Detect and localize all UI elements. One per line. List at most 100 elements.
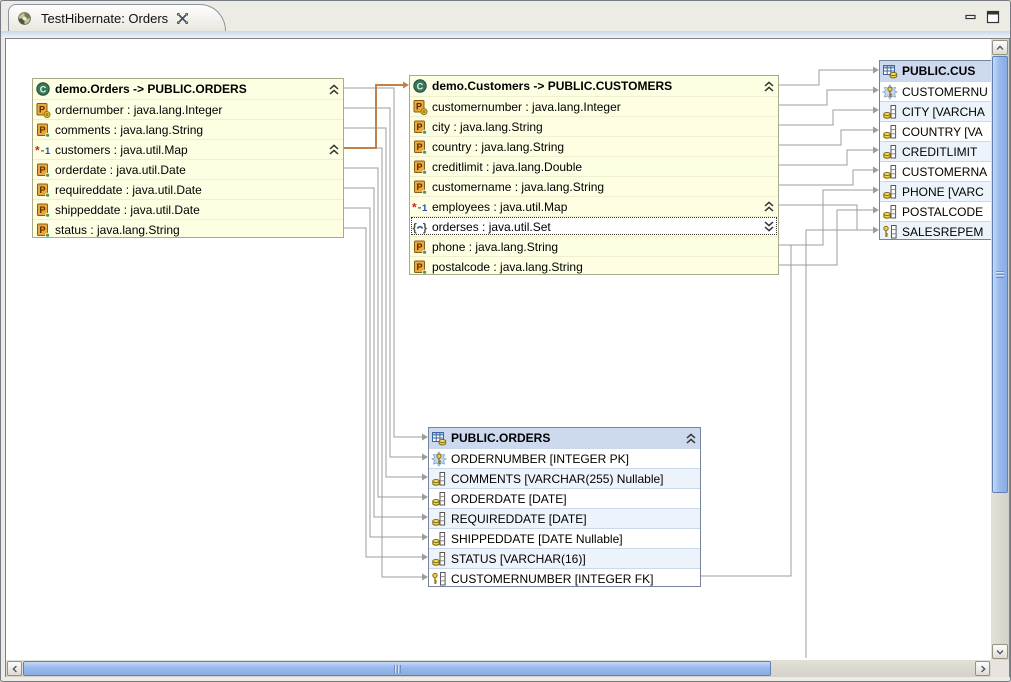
row-customers[interactable]: *1 customers : java.util.Map [33,139,343,159]
maximize-icon[interactable] [986,10,1000,24]
scroll-up-button[interactable] [992,40,1008,55]
table-title: PUBLIC.CUS [902,64,975,78]
row-ordernumber[interactable]: P ordernumber : java.lang.Integer [33,99,343,119]
scroll-right-button[interactable] [975,661,990,676]
close-icon[interactable] [176,12,189,25]
fk-column-icon [431,571,447,587]
row-orderdate-col[interactable]: ORDERDATE [DATE] [429,488,700,508]
fk-column-icon [882,224,898,240]
row-customernumber[interactable]: P customernumber : java.lang.Integer [410,96,778,116]
column-label: REQUIREDDATE [DATE] [451,512,587,526]
row-comments[interactable]: P comments : java.lang.String [33,119,343,139]
svg-text:P: P [416,122,422,132]
many-to-one-icon: *1 [412,199,428,215]
column-icon [882,104,898,120]
row-comments-col[interactable]: COMMENTS [VARCHAR(255) Nullable] [429,468,700,488]
entity-box-demo-customers[interactable]: C demo.Customers -> PUBLIC.CUSTOMERS P c… [409,75,779,275]
column-label: SHIPPEDDATE [DATE Nullable] [451,532,623,546]
property-icon: P [35,202,51,218]
svg-text:C: C [417,81,424,91]
column-label: CITY [VARCHA [902,105,985,119]
row-city-col[interactable]: CITY [VARCHA [880,101,991,121]
table-box-public-customers[interactable]: PUBLIC.CUS CUSTOMERNU CITY [VARCHA COUNT… [879,60,991,240]
row-phone[interactable]: P phone : java.lang.String [410,236,778,256]
property-icon: P [35,122,51,138]
table-header-public-orders[interactable]: PUBLIC.ORDERS [429,428,700,448]
row-shippeddate[interactable]: P shippeddate : java.util.Date [33,199,343,219]
property-label: customernumber : java.lang.Integer [432,100,621,114]
property-label: postalcode : java.lang.String [432,260,583,274]
collapse-chevron-icon[interactable] [763,80,775,93]
column-icon [431,511,447,527]
many-to-one-icon: *1 [35,142,51,158]
diagram-canvas[interactable]: C demo.Orders -> PUBLIC.ORDERS P ordernu… [6,39,991,660]
diagram-editor: C demo.Orders -> PUBLIC.ORDERS P ordernu… [5,38,1010,677]
svg-text:1: 1 [45,146,51,157]
row-postalcode-col[interactable]: POSTALCODE [880,201,991,221]
column-label: ORDERDATE [DATE] [451,492,567,506]
pk-column-icon [431,451,447,467]
row-ordernumber-col[interactable]: ORDERNUMBER [INTEGER PK] [429,448,700,468]
row-country[interactable]: P country : java.lang.String [410,136,778,156]
horizontal-scroll-thumb[interactable] [23,661,771,676]
entity-header-demo-customers[interactable]: C demo.Customers -> PUBLIC.CUSTOMERS [410,76,778,96]
table-icon [431,430,447,446]
minimize-icon[interactable] [964,10,978,24]
row-requireddate-col[interactable]: REQUIREDDATE [DATE] [429,508,700,528]
property-label: comments : java.lang.String [55,123,203,137]
property-label: employees : java.util.Map [432,200,567,214]
row-employees[interactable]: *1 employees : java.util.Map [410,196,778,216]
column-icon [431,551,447,567]
svg-text:P: P [39,225,45,235]
vertical-scroll-thumb[interactable] [992,56,1008,493]
column-icon [882,184,898,200]
row-customername-col[interactable]: CUSTOMERNA [880,161,991,181]
entity-header-demo-orders[interactable]: C demo.Orders -> PUBLIC.ORDERS [33,79,343,99]
row-customername[interactable]: P customername : java.lang.String [410,176,778,196]
collapse-chevron-icon[interactable] [328,83,340,96]
svg-text:P: P [39,205,45,215]
column-label: CUSTOMERNA [902,165,987,179]
collapse-chevron-icon[interactable] [763,200,775,213]
row-postalcode[interactable]: P postalcode : java.lang.String [410,256,778,275]
editor-tab[interactable]: TestHibernate: Orders [8,4,226,31]
property-label: requireddate : java.util.Date [55,183,202,197]
tab-title: TestHibernate: Orders [41,11,168,26]
collapse-chevron-icon[interactable] [328,143,340,156]
id-property-icon: P [412,99,428,115]
row-customernumber-fk-col[interactable]: CUSTOMERNUMBER [INTEGER FK] [429,568,700,587]
pk-column-icon [882,84,898,100]
row-shippeddate-col[interactable]: SHIPPEDDATE [DATE Nullable] [429,528,700,548]
table-header-public-customers[interactable]: PUBLIC.CUS [880,61,991,81]
vertical-scrollbar[interactable] [991,39,1009,660]
row-creditlimit[interactable]: P creditlimit : java.lang.Double [410,156,778,176]
row-customernumber-col[interactable]: CUSTOMERNU [880,81,991,101]
svg-text:P: P [416,262,422,272]
row-status[interactable]: P status : java.lang.String [33,219,343,238]
horizontal-scrollbar[interactable] [6,660,991,677]
svg-text:P: P [416,162,422,172]
property-icon: P [412,159,428,175]
entity-box-demo-orders[interactable]: C demo.Orders -> PUBLIC.ORDERS P ordernu… [32,78,344,238]
row-status-col[interactable]: STATUS [VARCHAR(16)] [429,548,700,568]
row-salesrep-fk-col[interactable]: SALESREPEM [880,221,991,240]
row-orderses-selected[interactable]: {} orderses : java.util.Set [410,216,778,236]
row-city[interactable]: P city : java.lang.String [410,116,778,136]
entity-title: demo.Customers -> PUBLIC.CUSTOMERS [432,79,672,93]
collapse-chevron-icon[interactable] [685,432,697,445]
table-box-public-orders[interactable]: PUBLIC.ORDERS ORDERNUMBER [INTEGER PK] C… [428,427,701,587]
entity-class-icon: C [412,78,428,94]
row-requireddate[interactable]: P requireddate : java.util.Date [33,179,343,199]
scroll-left-button[interactable] [7,661,22,676]
row-country-col[interactable]: COUNTRY [VA [880,121,991,141]
svg-text:P: P [416,182,422,192]
editor-tab-bar: TestHibernate: Orders [1,1,1010,31]
collection-icon: {} [412,219,428,235]
scroll-down-button[interactable] [992,644,1008,659]
property-label: status : java.lang.String [55,223,180,237]
row-orderdate[interactable]: P orderdate : java.util.Date [33,159,343,179]
row-phone-col[interactable]: PHONE [VARC [880,181,991,201]
column-label: CUSTOMERNU [902,85,988,99]
expand-chevron-icon[interactable] [763,220,775,233]
row-creditlimit-col[interactable]: CREDITLIMIT [880,141,991,161]
